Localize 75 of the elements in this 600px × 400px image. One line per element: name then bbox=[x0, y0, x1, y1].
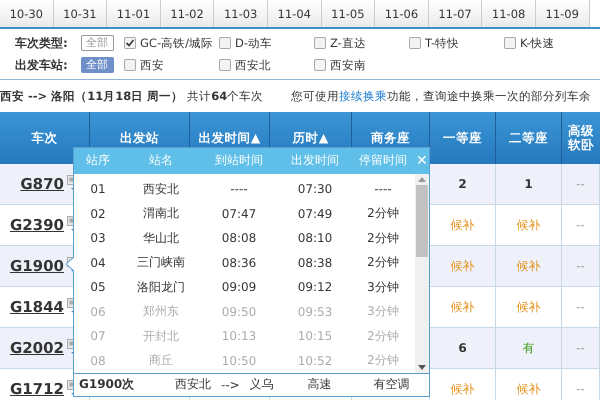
transfer-tip: 您可使用接续换乘功能，查询途中换乘一次的部分列车余 bbox=[291, 88, 592, 104]
filter-label: 出发车站: bbox=[15, 56, 69, 74]
checkbox[interactable] bbox=[314, 59, 326, 71]
seat-availability: -- bbox=[576, 341, 585, 355]
train-number-link[interactable]: G2390 bbox=[10, 216, 64, 234]
date-tab[interactable]: 11-03 bbox=[214, 0, 268, 27]
checkbox[interactable] bbox=[504, 37, 516, 49]
route-title: 西安 --> 洛阳（11月18日 周一） bbox=[0, 88, 184, 104]
popup-from-station: 西安北 bbox=[175, 376, 211, 394]
date-tab[interactable]: 11-09 bbox=[536, 0, 590, 27]
seat-availability: 候补 bbox=[516, 380, 540, 398]
stop-row-text: 04 三门峡南 08:36 08:38 2分钟 bbox=[89, 254, 400, 272]
filter-label: 车次类型: bbox=[15, 34, 69, 52]
stop-row-text: 01 西安北 ---- 07:30 ---- bbox=[89, 180, 393, 198]
seat-availability: 候补 bbox=[516, 298, 540, 316]
seat-availability: -- bbox=[576, 177, 585, 191]
date-tab[interactable]: 11-01 bbox=[107, 0, 161, 27]
date-tab[interactable]: 11-07 bbox=[428, 0, 482, 27]
seat-availability: 候补 bbox=[516, 216, 540, 234]
date-tab[interactable]: 10-31 bbox=[54, 0, 108, 27]
seat-availability: 6 bbox=[458, 341, 467, 355]
checkbox[interactable] bbox=[409, 37, 421, 49]
seat-availability: -- bbox=[576, 382, 585, 396]
train-number-link[interactable]: G1712 bbox=[10, 380, 64, 398]
stop-row-text: 05 洛阳龙门 09:09 09:12 3分钟 bbox=[89, 278, 400, 296]
option-label: Z-直达 bbox=[330, 36, 366, 50]
scroll-up-icon[interactable] bbox=[418, 176, 426, 182]
scrollbar[interactable] bbox=[415, 174, 429, 373]
stop-row-text: 07 开封北 10:13 10:15 2分钟 bbox=[89, 328, 400, 346]
seat-availability: 候补 bbox=[450, 216, 474, 234]
option-label: T-特快 bbox=[425, 36, 460, 50]
seat-availability: 1 bbox=[524, 177, 533, 191]
popup-train-number: G1900次 bbox=[78, 376, 136, 394]
stop-row-text: 08 商丘 10:50 10:52 2分钟 bbox=[89, 352, 400, 370]
popup-arrow: --> bbox=[221, 378, 240, 392]
popup-aircon: 有空调 bbox=[374, 376, 410, 394]
train-count: 共计64个车次 bbox=[187, 88, 264, 104]
seat-availability: 有 bbox=[522, 340, 534, 356]
option-label: 西安北 bbox=[235, 58, 271, 72]
popup-to-station: 义乌 bbox=[250, 376, 274, 394]
seat-availability: 2 bbox=[458, 177, 467, 191]
seat-availability: -- bbox=[576, 259, 585, 273]
date-tab[interactable]: 11-06 bbox=[375, 0, 429, 27]
seat-availability: 候补 bbox=[450, 380, 474, 398]
train-number-link[interactable]: G1900 bbox=[10, 257, 64, 275]
seat-availability: 候补 bbox=[516, 258, 540, 274]
date-tab[interactable]: 10-30 bbox=[0, 0, 54, 27]
checkbox[interactable] bbox=[219, 37, 231, 49]
seat-availability: -- bbox=[576, 300, 585, 314]
train-number-link[interactable]: G1844 bbox=[10, 298, 64, 316]
option-label: K-快速 bbox=[520, 36, 554, 50]
stop-row-text: 06 郑州东 09:50 09:53 3分钟 bbox=[89, 303, 400, 321]
stop-row-text: 03 华山北 08:08 08:10 2分钟 bbox=[89, 230, 400, 248]
transfer-link[interactable]: 接续换乘 bbox=[339, 88, 388, 102]
date-tab[interactable]: 11-02 bbox=[160, 0, 214, 27]
checkbox[interactable] bbox=[124, 37, 136, 49]
checkbox[interactable] bbox=[219, 59, 231, 71]
option-label: 西安 bbox=[140, 58, 164, 72]
train-number-link[interactable]: G2002 bbox=[10, 339, 64, 357]
option-label: D-动车 bbox=[235, 36, 272, 50]
column-header[interactable]: 高级软卧 bbox=[562, 112, 600, 164]
scroll-down-icon[interactable] bbox=[418, 364, 426, 370]
seat-availability: 候补 bbox=[450, 298, 474, 316]
date-tab[interactable]: 11-04 bbox=[268, 0, 322, 27]
checkbox[interactable] bbox=[314, 37, 326, 49]
train-number-link[interactable]: G870 bbox=[20, 175, 64, 193]
seat-availability: 候补 bbox=[450, 258, 474, 274]
stop-row-text: 02 渭南北 07:47 07:49 2分钟 bbox=[89, 205, 400, 223]
date-tab[interactable]: 11-05 bbox=[322, 0, 376, 27]
date-tab[interactable]: 11-08 bbox=[482, 0, 536, 27]
checkbox[interactable] bbox=[124, 59, 136, 71]
option-label: GC-高铁/城际 bbox=[140, 36, 213, 50]
popup-train-type: 高速 bbox=[308, 376, 332, 394]
option-label: 西安南 bbox=[330, 58, 366, 72]
seat-availability: -- bbox=[576, 218, 585, 232]
